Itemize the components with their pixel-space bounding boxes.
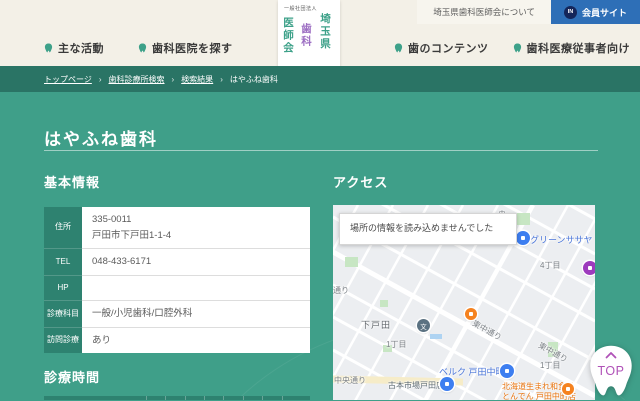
map-marker-furuichi[interactable] xyxy=(440,377,454,391)
hours-header-thu: 木 xyxy=(204,396,223,400)
top-button-label: TOP xyxy=(597,364,625,378)
map-town-label-shimotoda: 下戸田 xyxy=(361,320,392,330)
breadcrumb-separator: › xyxy=(98,74,102,84)
main-nav-right: 歯のコンテンツ 歯科医療従事者向け xyxy=(394,40,630,56)
page-title: はやふね歯科 xyxy=(44,130,158,150)
breadcrumb: トップページ › 歯科診療所検索 › 検索結果 › はやふね歯科 xyxy=(0,66,640,92)
logo-text-saitama: 埼玉県 xyxy=(319,13,331,51)
tooth-icon xyxy=(513,43,521,53)
map-marker-green-sasaya[interactable] xyxy=(516,231,530,245)
logo-text-ishikai: 医師会 xyxy=(282,17,294,55)
main-content: はやふね歯科 基本情報 住所 335-0011 戸田市下戸田1-1-4 TEL … xyxy=(0,92,640,400)
hours-header-fri: 金 xyxy=(223,396,242,400)
breadcrumb-current-page: はやふね歯科 xyxy=(229,74,278,84)
row-label-departments: 診療科目 xyxy=(44,301,82,328)
map-marker-school[interactable]: 文 xyxy=(417,319,430,332)
row-value-home-visit: あり xyxy=(82,327,310,354)
nav-item-professionals[interactable]: 歯科医療従事者向け xyxy=(513,40,631,56)
tooth-icon xyxy=(138,43,147,53)
hours-header-first: 診療時間 xyxy=(44,396,146,400)
marker-glyph xyxy=(566,387,570,391)
breadcrumb-clinic-search[interactable]: 歯科診療所検索 xyxy=(109,74,165,85)
basic-info-heading: 基本情報 xyxy=(44,175,101,190)
hours-table-header: 診療時間 月 火 水 木 金 土 日 祝日 xyxy=(44,396,310,400)
page: { "theme": { "teal_main": "#3f9f89", "te… xyxy=(0,0,640,400)
basic-info-section: 基本情報 住所 335-0011 戸田市下戸田1-1-4 TEL 048-433… xyxy=(44,172,310,400)
main-nav-left: 主な活動 歯科医院を探す xyxy=(44,40,233,56)
breadcrumb-home[interactable]: トップページ xyxy=(44,74,92,85)
logo-org-type: 一般社団法人 xyxy=(284,6,318,12)
row-label-address: 住所 xyxy=(44,207,82,250)
nav-label: 主な活動 xyxy=(58,43,104,55)
row-value-address: 335-0011 戸田市下戸田1-1-4 xyxy=(82,207,310,250)
map-marker-belc[interactable] xyxy=(500,364,514,378)
hours-header-tue: 火 xyxy=(165,396,184,400)
table-row: 訪問診療 あり xyxy=(44,327,310,354)
hours-heading: 診療時間 xyxy=(44,370,101,386)
marker-glyph xyxy=(521,236,525,240)
table-row: 住所 335-0011 戸田市下戸田1-1-4 xyxy=(44,207,310,250)
hours-header-holiday: 祝日 xyxy=(281,396,311,400)
row-label-tel: TEL xyxy=(44,249,82,277)
member-site-button[interactable]: IN 会員サイト xyxy=(550,0,640,24)
map-district-label-1chome: 1丁目 xyxy=(386,340,407,349)
map-marker-restaurant[interactable] xyxy=(465,308,477,320)
marker-glyph xyxy=(505,369,509,373)
logo-text-shika: 歯科 xyxy=(300,23,312,48)
about-association-link[interactable]: 埼玉県歯科医師会について xyxy=(417,0,551,24)
marker-glyph xyxy=(445,382,449,386)
table-row: 診療科目 一般/小児歯科/口腔外科 xyxy=(44,301,310,328)
table-row: TEL 048-433-6171 xyxy=(44,249,310,277)
member-site-label: 会員サイト xyxy=(581,7,627,18)
basic-info-table: 住所 335-0011 戸田市下戸田1-1-4 TEL 048-433-6171… xyxy=(44,207,310,354)
tooth-icon xyxy=(44,43,53,53)
hours-header-sat: 土 xyxy=(242,396,262,400)
row-value-tel: 048-433-6171 xyxy=(82,249,310,277)
member-login-icon: IN xyxy=(563,5,577,19)
access-heading: アクセス xyxy=(333,175,389,190)
nav-label: 歯科医療従事者向け xyxy=(526,43,630,55)
map-marker-purple-poi[interactable] xyxy=(583,261,595,275)
map-error-message: 場所の情報を読み込めませんでした xyxy=(339,213,517,245)
nav-item-find-clinic[interactable]: 歯科医院を探す xyxy=(138,40,233,56)
site-logo[interactable]: 一般社団法人 埼玉県 歯科 医師会 xyxy=(278,0,340,69)
marker-glyph xyxy=(469,312,473,316)
row-label-home-visit: 訪問診療 xyxy=(44,327,82,354)
map-poi-label-furuichi[interactable]: 古本市場戸田店 xyxy=(388,380,444,391)
nav-label: 歯科医院を探す xyxy=(152,43,233,55)
map-street-label-chuo: 中央通り xyxy=(334,376,366,385)
breadcrumb-separator: › xyxy=(171,74,175,84)
access-section: アクセス 通り 下戸田 1丁目 1丁目 4丁目 東中通り 東中通り 中央通り グ… xyxy=(333,172,595,400)
row-value-departments: 一般/小児歯科/口腔外科 xyxy=(82,301,310,328)
row-label-hp: HP xyxy=(44,276,82,302)
nav-item-tooth-contents[interactable]: 歯のコンテンツ xyxy=(394,40,489,56)
nav-item-activities[interactable]: 主な活動 xyxy=(44,40,104,56)
breadcrumb-search-results[interactable]: 検索結果 xyxy=(181,74,213,85)
back-to-top-button[interactable]: TOP xyxy=(584,341,638,401)
row-value-hp xyxy=(82,276,310,302)
map-marker-tonden[interactable] xyxy=(562,383,574,395)
table-row: HP xyxy=(44,276,310,302)
site-header: 埼玉県歯科医師会について IN 会員サイト 主な活動 歯科医院を探す 歯のコンテ… xyxy=(0,0,640,69)
breadcrumb-separator: › xyxy=(220,74,223,84)
hours-header-wed: 水 xyxy=(184,396,204,400)
marker-glyph xyxy=(588,266,592,270)
school-glyph: 文 xyxy=(420,323,427,331)
map-street-label-partial: 通り xyxy=(333,286,349,295)
google-map[interactable]: 中通り 通り 下戸田 1丁目 1丁目 4丁目 東中通り 東中通り 中央通り グリ… xyxy=(333,205,595,400)
tooth-icon xyxy=(394,43,403,53)
map-district-label-4chome: 4丁目 xyxy=(540,261,561,270)
title-divider xyxy=(44,150,598,151)
hours-header-mon: 月 xyxy=(146,396,165,400)
hours-header-sun: 日 xyxy=(262,396,281,400)
nav-label: 歯のコンテンツ xyxy=(408,43,489,55)
utility-bar: 埼玉県歯科医師会について IN 会員サイト xyxy=(417,0,640,24)
map-poi-label-green-sasaya[interactable]: グリーンササヤ xyxy=(530,233,593,246)
about-association-label: 埼玉県歯科医師会について xyxy=(433,7,535,17)
